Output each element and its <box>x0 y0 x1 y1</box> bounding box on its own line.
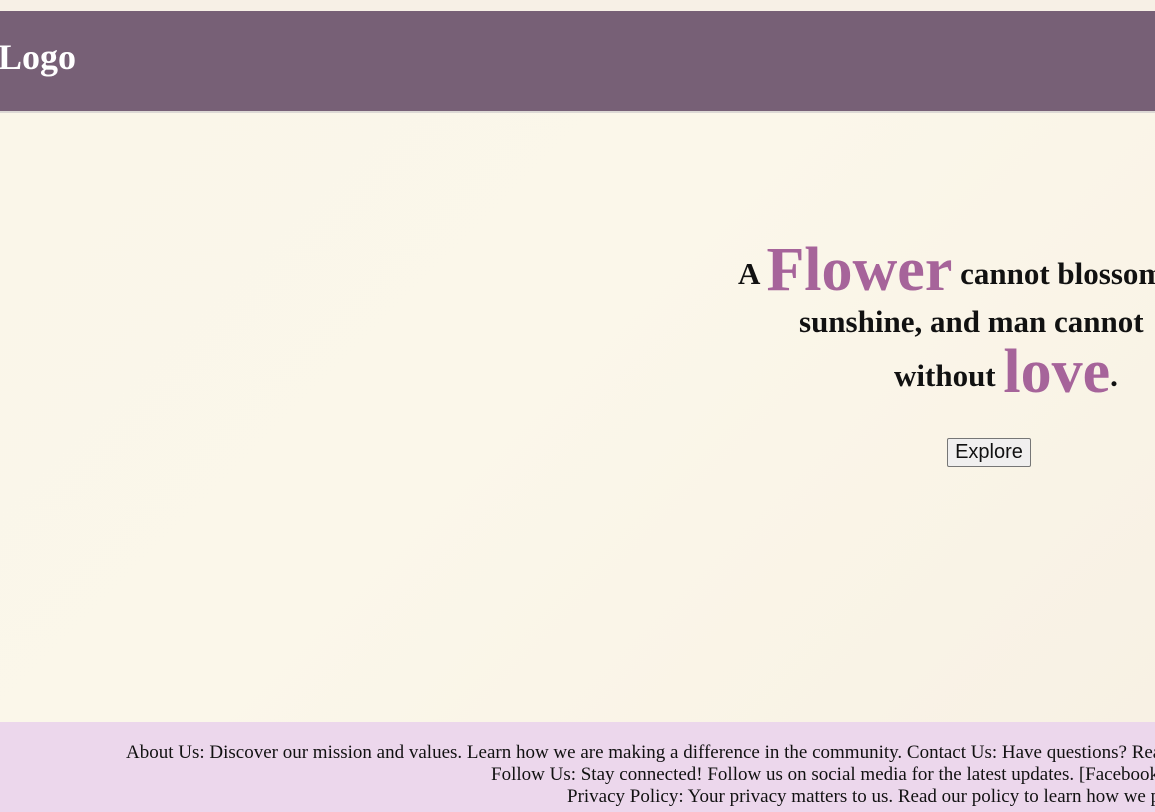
quote-accent-love: love <box>1003 338 1111 406</box>
site-footer: About Us: Discover our mission and value… <box>0 722 1155 812</box>
quote-line-1-suffix: cannot blossom <box>952 256 1155 291</box>
quote-line-3-prefix: without <box>894 358 1004 393</box>
quote-line-1: A Flower cannot blossom <box>738 233 1155 307</box>
quote-line-3-suffix: . <box>1110 358 1118 393</box>
site-header: Logo <box>0 11 1155 111</box>
footer-about-contact-text: About Us: Discover our mission and value… <box>126 742 1155 763</box>
top-strip <box>0 0 1155 11</box>
quote-accent-flower: Flower <box>766 236 953 304</box>
quote-line-3: without love. <box>894 335 1118 409</box>
footer-privacy-text: Privacy Policy: Your privacy matters to … <box>567 786 1155 807</box>
footer-follow-text: Follow Us: Stay connected! Follow us on … <box>491 764 1155 785</box>
logo[interactable]: Logo <box>0 39 76 75</box>
hero-section: A Flower cannot blossom sunshine, and ma… <box>0 113 1155 722</box>
quote-line-1-prefix: A <box>738 256 767 291</box>
explore-button[interactable]: Explore <box>947 438 1031 467</box>
